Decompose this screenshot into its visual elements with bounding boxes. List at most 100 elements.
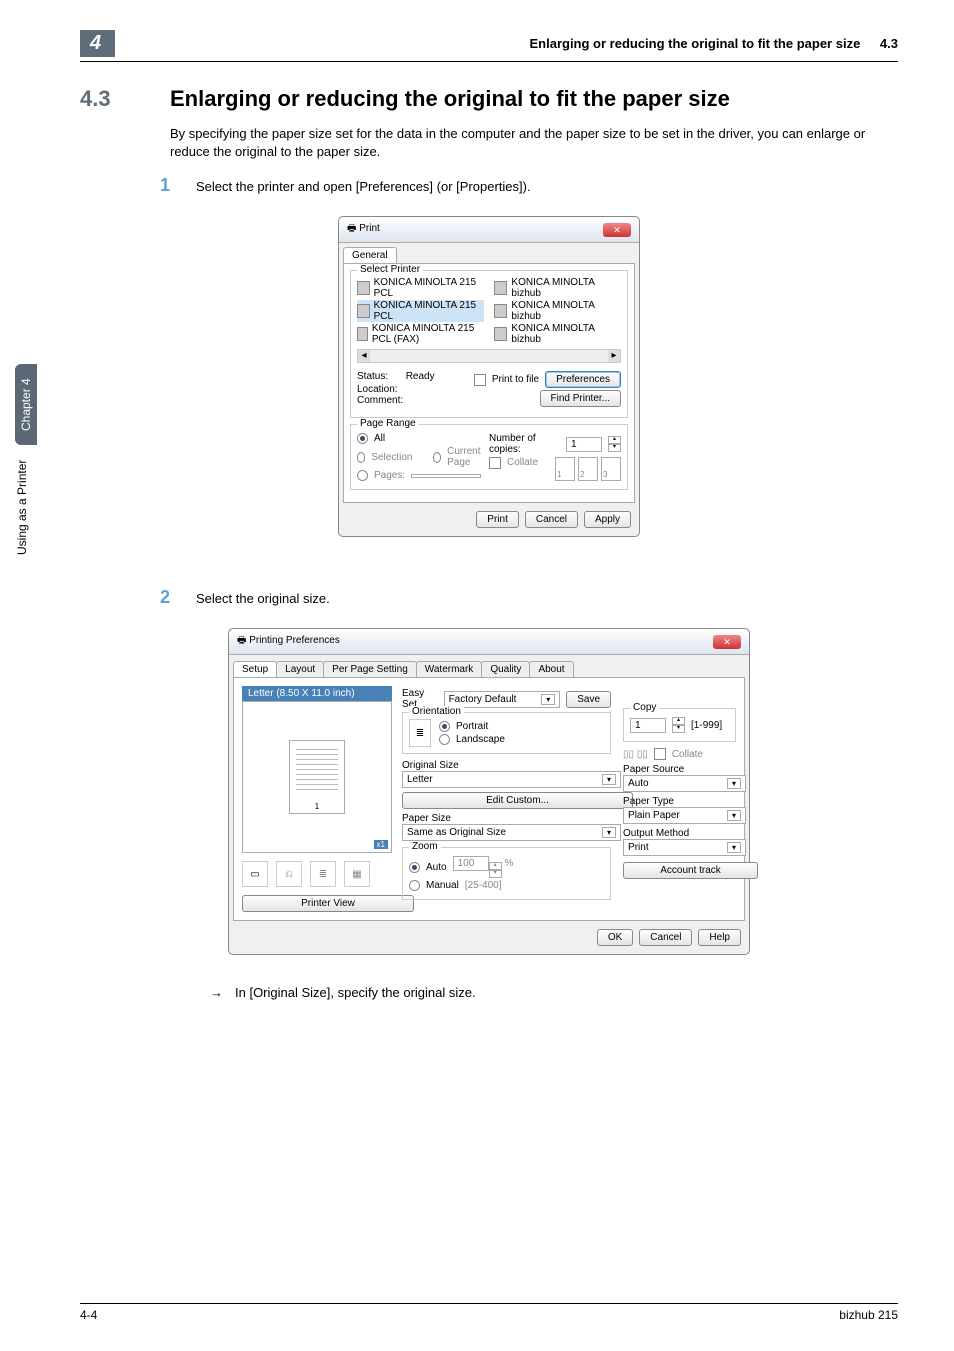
- step-1-number: 1: [160, 175, 196, 196]
- printer-item[interactable]: KONICA MINOLTA 215 PCL: [357, 277, 484, 299]
- apply-button[interactable]: Apply: [584, 511, 631, 528]
- print-dialog-titlebar[interactable]: 🖶 Print ✕: [339, 217, 639, 243]
- tab-watermark[interactable]: Watermark: [416, 661, 483, 677]
- printer-icon: [494, 281, 507, 295]
- printer-list[interactable]: KONICA MINOLTA 215 PCL KONICA MINOLTA bi…: [357, 277, 621, 345]
- preview-size-label: Letter (8.50 X 11.0 inch): [242, 686, 392, 701]
- easy-set-select[interactable]: Factory Default▾: [444, 691, 561, 708]
- current-page-radio[interactable]: [433, 452, 441, 463]
- tab-general[interactable]: General: [343, 247, 397, 263]
- page-footer: 4-4 bizhub 215: [80, 1303, 898, 1322]
- layout-icon-2[interactable]: ⎌: [276, 861, 302, 887]
- copies-input[interactable]: 1: [566, 437, 602, 452]
- step-2-number: 2: [160, 587, 196, 608]
- zoom-value-input[interactable]: 100: [453, 856, 489, 871]
- output-method-label: Output Method: [623, 828, 736, 839]
- current-page-label: Current Page: [447, 446, 489, 468]
- tab-quality[interactable]: Quality: [481, 661, 530, 677]
- collate-page-icon: 1: [555, 457, 575, 481]
- horizontal-scrollbar[interactable]: ◂ ▸: [357, 349, 621, 363]
- original-size-value: Letter: [407, 774, 433, 785]
- layout-icon-1[interactable]: ▭: [242, 861, 268, 887]
- output-method-select[interactable]: Print▾: [623, 839, 746, 856]
- ok-button[interactable]: OK: [597, 929, 633, 946]
- cancel-button[interactable]: Cancel: [639, 929, 692, 946]
- output-method-value: Print: [628, 842, 649, 853]
- portrait-radio[interactable]: [439, 721, 450, 732]
- edit-custom-button[interactable]: Edit Custom...: [402, 792, 633, 809]
- zoom-spinner[interactable]: ▴▾: [489, 862, 502, 878]
- section-number: 4.3: [80, 86, 170, 112]
- chevron-down-icon[interactable]: ▾: [608, 444, 621, 452]
- status-value: Ready: [406, 371, 435, 382]
- printer-item[interactable]: KONICA MINOLTA bizhub: [494, 323, 621, 345]
- printer-item[interactable]: KONICA MINOLTA 215 PCL (FAX): [357, 323, 484, 345]
- chevron-down-icon[interactable]: ▾: [672, 725, 685, 733]
- selection-radio[interactable]: [357, 452, 365, 463]
- easy-set-value: Factory Default: [449, 694, 517, 705]
- copies-spinner[interactable]: ▴▾: [608, 436, 621, 452]
- close-icon[interactable]: ✕: [603, 223, 631, 237]
- paper-size-value: Same as Original Size: [407, 827, 506, 838]
- original-size-select[interactable]: Letter ▾: [402, 771, 621, 788]
- tab-per-page[interactable]: Per Page Setting: [323, 661, 417, 677]
- running-header: 4 Enlarging or reducing the original to …: [80, 30, 898, 62]
- collate-checkbox-prefs[interactable]: [654, 748, 666, 760]
- find-printer-button[interactable]: Find Printer...: [540, 390, 621, 407]
- pages-input[interactable]: [411, 474, 481, 478]
- preferences-button[interactable]: Preferences: [545, 371, 621, 388]
- tab-setup[interactable]: Setup: [233, 661, 277, 677]
- orientation-label: Orientation: [409, 706, 464, 717]
- copy-spinner[interactable]: ▴▾: [672, 717, 685, 733]
- paper-type-select[interactable]: Plain Paper▾: [623, 807, 746, 824]
- print-button[interactable]: Print: [476, 511, 519, 528]
- zoom-label: Zoom: [409, 841, 441, 852]
- printer-item[interactable]: KONICA MINOLTA bizhub: [494, 277, 621, 299]
- tab-about[interactable]: About: [529, 661, 573, 677]
- zoom-range-label: [25-400]: [465, 880, 502, 891]
- paper-type-label: Paper Type: [623, 796, 736, 807]
- layout-icon-3[interactable]: ≣: [310, 861, 336, 887]
- cancel-button[interactable]: Cancel: [525, 511, 578, 528]
- paper-source-select[interactable]: Auto▾: [623, 775, 746, 792]
- step-2-text: Select the original size.: [196, 587, 330, 608]
- portrait-label: Portrait: [456, 721, 488, 732]
- paper-source-value: Auto: [628, 778, 649, 789]
- landscape-radio[interactable]: [439, 734, 450, 745]
- print-dialog-title: Print: [359, 223, 380, 234]
- scroll-right-icon[interactable]: ▸: [608, 350, 620, 362]
- account-track-button[interactable]: Account track: [623, 862, 758, 879]
- chevron-down-icon: ▾: [602, 774, 616, 785]
- print-to-file-checkbox[interactable]: [474, 374, 486, 386]
- landscape-label: Landscape: [456, 734, 505, 745]
- step-1: 1 Select the printer and open [Preferenc…: [160, 175, 898, 196]
- pages-radio[interactable]: [357, 470, 368, 481]
- model-name: bizhub 215: [839, 1308, 898, 1322]
- save-button[interactable]: Save: [566, 691, 611, 708]
- collate-checkbox[interactable]: [489, 457, 501, 469]
- copy-input[interactable]: 1: [630, 718, 666, 733]
- preferences-dialog: 🖶 Printing Preferences ✕ Setup Layout Pe…: [228, 628, 750, 955]
- printer-name: KONICA MINOLTA bizhub: [511, 323, 621, 345]
- copy-range-label: [1-999]: [691, 720, 722, 731]
- printer-item[interactable]: KONICA MINOLTA bizhub: [494, 300, 621, 322]
- collate-illustration: 1 2 3: [555, 457, 621, 481]
- close-icon[interactable]: ✕: [713, 635, 741, 649]
- chevron-up-icon[interactable]: ▴: [608, 436, 621, 444]
- auto-label: Auto: [426, 862, 447, 873]
- all-radio[interactable]: [357, 433, 368, 444]
- page-number: 4-4: [80, 1308, 97, 1322]
- scroll-left-icon[interactable]: ◂: [358, 350, 370, 362]
- printer-view-button[interactable]: Printer View: [242, 895, 414, 912]
- prefs-titlebar[interactable]: 🖶 Printing Preferences ✕: [229, 629, 749, 655]
- help-button[interactable]: Help: [698, 929, 741, 946]
- tab-layout[interactable]: Layout: [276, 661, 324, 677]
- printer-item[interactable]: KONICA MINOLTA 215 PCL: [357, 300, 484, 322]
- zoom-auto-radio[interactable]: [409, 862, 420, 873]
- zoom-manual-radio[interactable]: [409, 880, 420, 891]
- status-label: Status:: [357, 371, 388, 382]
- printer-icon: [357, 327, 368, 341]
- paper-size-select[interactable]: Same as Original Size▾: [402, 824, 621, 841]
- chevron-up-icon[interactable]: ▴: [672, 717, 685, 725]
- layout-icon-4[interactable]: ▦: [344, 861, 370, 887]
